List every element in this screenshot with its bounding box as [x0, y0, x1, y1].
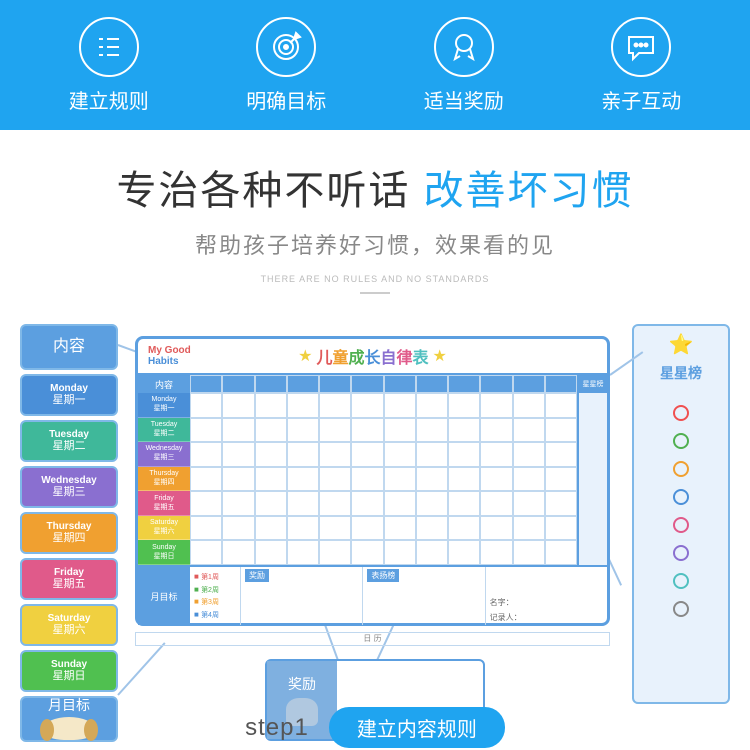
headline-tiny: THERE ARE NO RULES AND NO STANDARDS: [0, 274, 750, 284]
feature-rules: 建立规则: [69, 17, 149, 114]
day-cell: Tuesday星期二: [20, 420, 118, 462]
target-icon: [256, 17, 316, 77]
star-dot: [673, 461, 689, 477]
chat-icon: [611, 17, 671, 77]
content-header: 内容: [20, 324, 118, 370]
star-dot: [673, 433, 689, 449]
star-dot: [673, 601, 689, 617]
feature-label: 亲子互动: [601, 85, 681, 114]
day-cell: Monday星期一: [20, 374, 118, 416]
habit-chart: My GoodHabits ★ 儿童成长自律表 ★ 内容 Monday星期一Tu…: [135, 336, 610, 626]
day-cell: Sunday星期日: [20, 650, 118, 692]
step-number: step1: [245, 714, 309, 742]
chart-days-column: 内容 Monday星期一Tuesday星期二Wednesday星期三Thursd…: [138, 375, 190, 565]
day-cell: Saturday星期六: [20, 604, 118, 646]
star-dot: [673, 573, 689, 589]
day-cell: Wednesday星期三: [20, 466, 118, 508]
chart-star-column: 星星榜: [577, 375, 607, 565]
step-indicator: step1 建立内容规则: [0, 707, 750, 748]
feature-goals: 明确目标: [246, 17, 326, 114]
product-diagram: 内容 Monday星期一Tuesday星期二Wednesday星期三Thursd…: [0, 314, 750, 744]
chart-body: 内容 Monday星期一Tuesday星期二Wednesday星期三Thursd…: [138, 375, 607, 565]
feature-label: 明确目标: [246, 85, 326, 114]
chart-grid: [190, 375, 577, 565]
chart-title-bar: My GoodHabits ★ 儿童成长自律表 ★: [138, 339, 607, 375]
chart-logo: My GoodHabits: [148, 345, 191, 367]
step-title: 建立内容规则: [329, 707, 505, 748]
feature-label: 建立规则: [69, 85, 149, 114]
headline-sub: 帮助孩子培养好习惯，效果看的见: [0, 228, 750, 260]
star-dot: [673, 405, 689, 421]
star-icon: ⭐: [669, 332, 694, 357]
divider: [360, 292, 390, 294]
feature-label: 适当奖励: [424, 85, 504, 114]
star-dot: [673, 517, 689, 533]
checklist-icon: [79, 17, 139, 77]
right-column-callout: ⭐ 星星榜: [632, 324, 730, 704]
star-dot: [673, 545, 689, 561]
day-cell: Friday星期五: [20, 558, 118, 600]
top-feature-bar: 建立规则 明确目标 适当奖励 亲子互动: [0, 0, 750, 130]
calendar-strip: 日 历: [135, 632, 610, 646]
headline-main: 专治各种不听话 改善坏习惯: [0, 158, 750, 216]
chart-bottom-row: 月目标 第1周第2周第3周第4周 奖励 表扬榜 名字：记录人：: [138, 565, 607, 625]
feature-reward: 适当奖励: [424, 17, 504, 114]
medal-icon: [434, 17, 494, 77]
star-board-header: 星星榜: [660, 363, 702, 383]
feature-interaction: 亲子互动: [601, 17, 681, 114]
star-dot: [673, 489, 689, 505]
week-legend: 第1周第2周第3周第4周: [190, 567, 240, 625]
day-cell: Thursday星期四: [20, 512, 118, 554]
left-column-callout: 内容 Monday星期一Tuesday星期二Wednesday星期三Thursd…: [20, 324, 118, 746]
headline-section: 专治各种不听话 改善坏习惯 帮助孩子培养好习惯，效果看的见 THERE ARE …: [0, 130, 750, 304]
connector-line: [117, 642, 165, 695]
